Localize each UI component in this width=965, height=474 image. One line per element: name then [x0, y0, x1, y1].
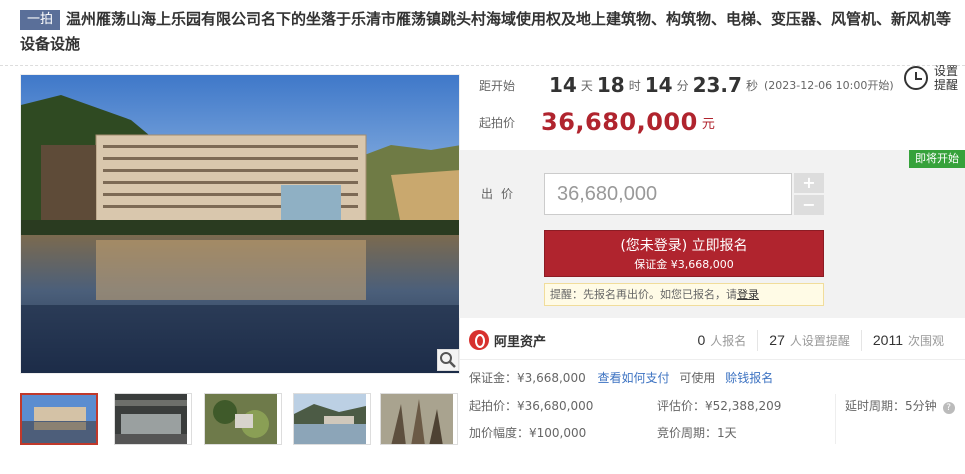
- signups-label: 人报名: [710, 334, 747, 348]
- reminder-label-line1: 设置: [934, 64, 959, 78]
- views-stat: 2011 次围观: [860, 330, 955, 351]
- how-to-pay-link[interactable]: 查看如何支付: [598, 371, 670, 385]
- countdown-start-time: (2023-12-06 10:00开始): [763, 79, 894, 92]
- countdown-minutes: 14: [644, 73, 673, 97]
- bid-panel: 即将开始 出价 36,680,000 + − (您未登录) 立即报名 保证金 ¥…: [459, 150, 965, 318]
- decrease-bid-button[interactable]: −: [794, 195, 824, 215]
- bid-period-info: 竞价周期：1天: [657, 426, 737, 440]
- ali-logo-icon: [469, 330, 489, 350]
- reminders-label: 人设置提醒: [789, 334, 850, 348]
- countdown-hours: 18: [596, 73, 625, 97]
- signups-count: 0: [697, 332, 706, 348]
- set-reminder-button[interactable]: 设置 提醒: [904, 64, 958, 92]
- countdown-days: 14: [549, 73, 577, 97]
- views-label: 次围观: [907, 334, 944, 348]
- countdown-seconds: 23.7: [692, 73, 742, 97]
- start-price-unit: 元: [701, 116, 715, 132]
- login-notice: 提醒：先报名再出价。如您已报名，请登录: [544, 283, 824, 306]
- reminder-label: 设置 提醒: [934, 64, 958, 92]
- alarm-clock-icon: [904, 66, 928, 90]
- help-icon[interactable]: ?: [942, 402, 955, 414]
- start-price: 起拍价 36,680,000 元: [479, 104, 715, 140]
- deposit-text: 保证金：¥3,668,000: [469, 371, 586, 385]
- delay-period-text: 延时周期：5分钟: [845, 399, 937, 413]
- countdown-minutes-unit: 分: [676, 78, 689, 93]
- delay-period-info: 延时周期：5分钟?: [845, 398, 955, 414]
- notice-text: 提醒：先报名再出价。如您已报名，请: [550, 288, 737, 301]
- info-divider: [835, 394, 836, 444]
- countdown-label: 距开始: [479, 78, 516, 93]
- start-price-value: 36,680,000: [541, 108, 698, 136]
- auction-round-tag: 一拍: [20, 10, 61, 30]
- ali-assets-logo: 阿里资产: [469, 330, 546, 350]
- countdown: 距开始 14 天 18 时 14 分 23.7 秒 (2023-12-06 10:00开…: [479, 70, 894, 100]
- thumbnail-2[interactable]: [114, 393, 192, 445]
- listing-title-text: 温州雁荡山海上乐园有限公司名下的坐落于乐清市雁荡镇跳头村海域使用权及地上建筑物、…: [20, 10, 952, 53]
- increment-info: 加价幅度：¥100,000: [469, 426, 587, 440]
- reminders-stat: 27 人设置提醒: [757, 330, 861, 351]
- thumbnail-5[interactable]: [380, 393, 458, 445]
- thumbnail-1[interactable]: [20, 393, 98, 445]
- thumbnail-3[interactable]: [204, 393, 282, 445]
- signups-stat: 0 人报名: [686, 330, 757, 351]
- usable-text: 可使用: [679, 371, 716, 385]
- thumbnail-4[interactable]: [293, 393, 371, 445]
- status-badge: 即将开始: [909, 150, 965, 168]
- views-count: 2011: [872, 332, 903, 348]
- bid-stepper: + −: [794, 173, 824, 215]
- deposit-info: 保证金：¥3,668,000 查看如何支付 可使用 赊钱报名: [469, 370, 773, 386]
- reminder-label-line2: 提醒: [934, 78, 959, 92]
- credit-signup-link[interactable]: 赊钱报名: [725, 371, 773, 385]
- bid-amount-input[interactable]: 36,680,000: [544, 173, 792, 215]
- stats-bar: 阿里资产 0 人报名 27 人设置提醒 2011 次围观: [459, 320, 965, 360]
- bid-label: 出价: [481, 187, 522, 201]
- signup-button[interactable]: (您未登录) 立即报名 保证金 ¥3,668,000: [544, 230, 824, 277]
- countdown-seconds-unit: 秒: [745, 78, 758, 93]
- countdown-days-unit: 天: [580, 78, 593, 93]
- title-divider: [0, 65, 965, 66]
- reminders-count: 27: [769, 332, 785, 348]
- increase-bid-button[interactable]: +: [794, 173, 824, 193]
- ali-logo-text: 阿里资产: [494, 334, 547, 350]
- countdown-hours-unit: 时: [628, 78, 641, 93]
- signup-button-label: (您未登录) 立即报名: [620, 238, 748, 254]
- listing-title: 一拍 温州雁荡山海上乐园有限公司名下的坐落于乐清市雁荡镇跳头村海域使用权及地上建筑…: [20, 7, 965, 57]
- login-link[interactable]: 登录: [737, 288, 759, 301]
- main-photo[interactable]: [20, 74, 460, 374]
- zoom-icon[interactable]: [437, 349, 459, 371]
- appraisal-info: 评估价：¥52,388,209: [657, 399, 782, 413]
- start-price-label: 起拍价: [479, 115, 516, 130]
- signup-button-deposit: 保证金 ¥3,668,000: [634, 258, 734, 271]
- stats: 0 人报名 27 人设置提醒 2011 次围观: [686, 330, 955, 351]
- start-price-info: 起拍价：¥36,680,000: [469, 399, 594, 413]
